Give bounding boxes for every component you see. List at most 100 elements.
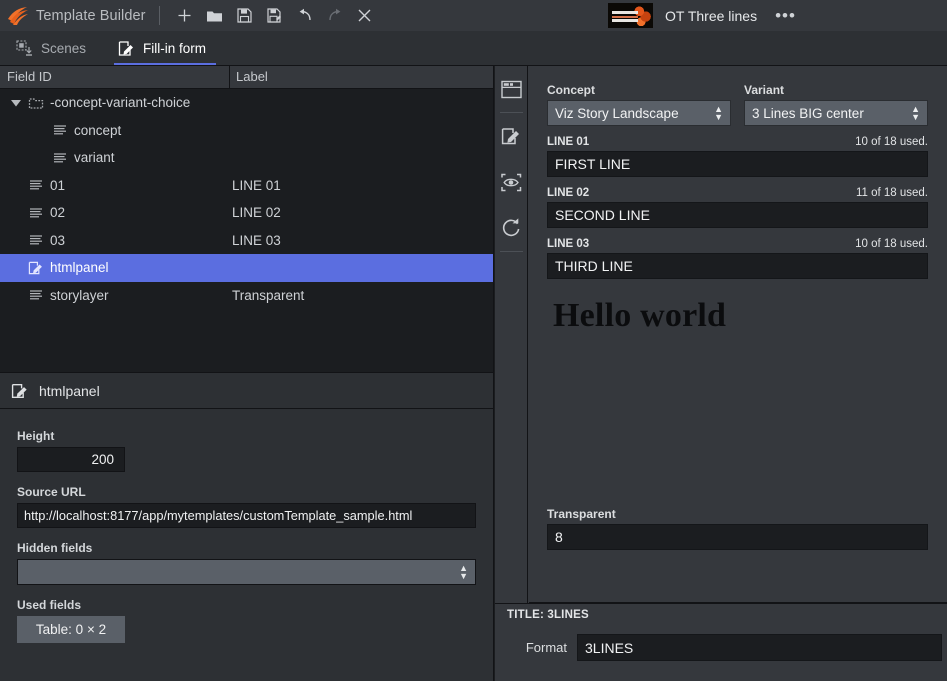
tree-row-id: htmlpanel [50,260,109,276]
concept-select[interactable]: Viz Story Landscape ▲ ▼ [547,100,731,126]
variant-group: Variant 3 Lines BIG center ▲ ▼ [744,83,928,126]
template-builder-window: Template Builder OT Three lines ••• Scen… [0,0,947,681]
tab-fill-in-form-label: Fill-in form [143,40,207,56]
document-overflow-menu-icon[interactable]: ••• [775,7,796,24]
tree-row-id: -concept-variant-choice [50,95,191,111]
line-01-input[interactable]: FIRST LINE [547,151,928,177]
refresh-icon [502,218,520,237]
text-field-icon [30,180,42,190]
line-03-header: LINE 03 10 of 18 used. [547,238,928,250]
window-panel-icon [501,80,522,98]
text-field-icon [54,153,66,163]
line-03-label: LINE 03 [547,238,590,250]
title-section-panel: TITLE: 3LINES Format 3LINES [495,603,947,681]
concept-label: Concept [547,83,595,97]
tree-row-label: LINE 02 [232,205,281,221]
tree-row-03[interactable]: 03 LINE 03 [0,227,493,255]
tree-body: -concept-variant-choice concept variant … [0,89,493,309]
text-field-icon [54,125,66,135]
text-field-icon [30,235,42,245]
viz-flame-logo-icon [8,6,28,25]
undo-icon [299,8,311,21]
eye-preview-icon [501,173,522,191]
text-field-icon [30,290,42,300]
tree-row-htmlpanel[interactable]: htmlpanel [0,254,493,282]
edit-pencil-icon [501,128,519,145]
folder-icon [207,11,223,21]
tab-bar: Scenes Fill-in form [0,31,947,66]
title-bar: Template Builder OT Three lines ••• [0,0,947,31]
height-input[interactable]: 200 [17,447,125,472]
expand-collapse-twisty-icon[interactable] [10,97,22,109]
save-as-icon [267,8,282,23]
used-fields-table-button[interactable]: Table: 0 × 2 [17,616,125,643]
line-01-label: LINE 01 [547,136,590,148]
tab-fill-in-form[interactable]: Fill-in form [102,31,222,65]
variant-select[interactable]: 3 Lines BIG center ▲ ▼ [744,100,928,126]
open-button[interactable] [200,3,230,29]
save-button[interactable] [230,3,260,29]
rail-panel-button[interactable] [495,66,528,112]
plus-icon [178,9,191,22]
tree-row-variant[interactable]: variant [0,144,493,172]
document-chip[interactable]: OT Three lines ••• [608,0,796,31]
properties-header: htmlpanel [0,373,493,409]
html-panel-preview[interactable]: Hello world [547,293,928,493]
properties-title: htmlpanel [39,382,100,399]
tab-scenes[interactable]: Scenes [0,31,102,65]
html-panel-icon [28,261,42,275]
fill-in-form-panel: Concept Viz Story Landscape ▲ ▼ Variant 3… [495,66,947,681]
redo-icon [328,8,341,21]
hidden-fields-label: Hidden fields [17,541,93,555]
hidden-fields-select[interactable]: ▲ ▼ [17,559,476,585]
tree-row-concept-variant-choice[interactable]: -concept-variant-choice [0,89,493,117]
tree-row-01[interactable]: 01 LINE 01 [0,172,493,200]
format-input[interactable]: 3LINES [577,634,942,661]
template-thumbnail [608,3,653,28]
close-icon [358,9,371,22]
group-folder-icon [28,98,44,109]
toolbar-separator [158,6,160,25]
new-button[interactable] [170,3,200,29]
line-02-input[interactable]: SECOND LINE [547,202,928,228]
spinner-arrows-icon[interactable]: ▲ ▼ [459,564,468,581]
fill-in-form-icon [118,40,134,56]
form-fields-area: Concept Viz Story Landscape ▲ ▼ Variant 3… [529,66,947,603]
line-02-label: LINE 02 [547,187,590,199]
rail-edit-button[interactable] [495,113,528,159]
scenes-icon [16,39,32,56]
rail-refresh-button[interactable] [495,205,528,251]
redo-button[interactable] [320,3,350,29]
tree-column-label[interactable]: Label [236,69,268,84]
title-section-heading: TITLE: 3LINES [507,609,589,621]
tree-row-02[interactable]: 02 LINE 02 [0,199,493,227]
chevron-updown-icon[interactable]: ▲ ▼ [911,105,920,122]
properties-form: Height 200 Source URL http://localhost:8… [0,409,493,643]
format-row: Format 3LINES [495,634,947,661]
view-mode-rail [495,66,528,603]
transparent-input[interactable]: 8 [547,524,928,550]
rail-preview-button[interactable] [495,159,528,205]
undo-button[interactable] [290,3,320,29]
tab-scenes-label: Scenes [41,40,87,56]
tree-row-id: 01 [50,177,66,193]
html-panel-preview-heading: Hello world [553,297,727,334]
tree-column-divider[interactable] [229,66,230,89]
app-title: Template Builder [36,7,146,24]
source-url-input[interactable]: http://localhost:8177/app/mytemplates/cu… [17,503,476,528]
tree-row-id: 02 [50,205,66,221]
chevron-updown-icon[interactable]: ▲ ▼ [714,105,723,122]
document-name: OT Three lines [665,7,758,24]
tree-row-id: variant [74,150,115,166]
tree-row-id: concept [74,122,122,138]
tree-row-label: LINE 01 [232,177,281,193]
format-label: Format [525,640,567,655]
tree-row-concept[interactable]: concept [0,117,493,145]
tree-row-storylayer[interactable]: storylayer Transparent [0,282,493,310]
source-url-label: Source URL [17,485,86,499]
line-03-input[interactable]: THIRD LINE [547,253,928,279]
save-as-button[interactable] [260,3,290,29]
tree-column-field-id[interactable]: Field ID [7,69,52,84]
tree-row-id: 03 [50,232,66,248]
close-button[interactable] [350,3,380,29]
